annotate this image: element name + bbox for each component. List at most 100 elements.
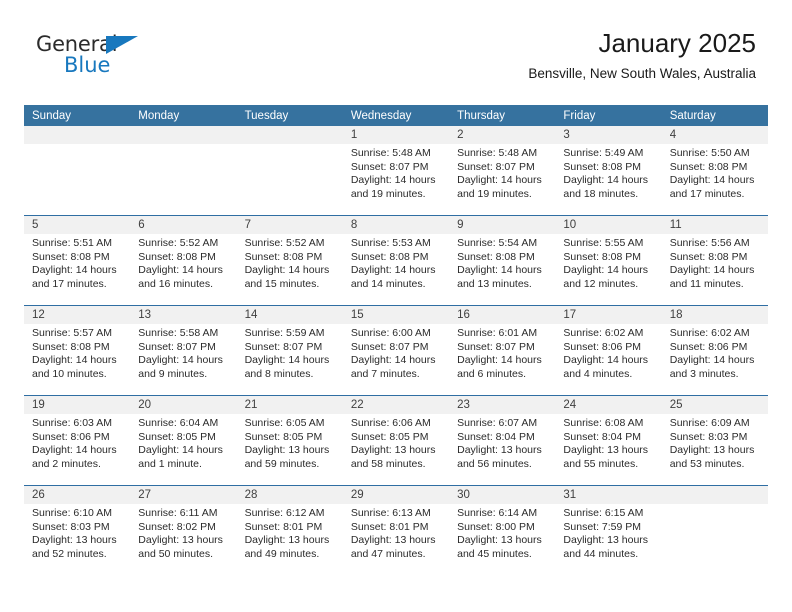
calendar-day-cell[interactable]: 16 Sunrise: 6:01 AM Sunset: 8:07 PM Dayligh… xyxy=(449,306,556,395)
sunrise-text: Sunrise: 5:51 AM xyxy=(32,237,112,249)
day-details: Sunrise: 6:00 AM Sunset: 8:07 PM Daylight:… xyxy=(343,324,449,381)
daylight-text-line2: and 1 minute. xyxy=(138,457,202,470)
day-number: 4 xyxy=(661,126,768,144)
weekday-header-row: Sunday Monday Tuesday Wednesday Thursday Frid… xyxy=(24,105,768,126)
calendar-day-cell[interactable]: 13 Sunrise: 5:58 AM Sunset: 8:07 PM Dayligh… xyxy=(130,306,237,395)
calendar-day-cell[interactable]: 4 Sunrise: 5:50 AM Sunset: 8:08 PM Daylight… xyxy=(661,126,768,215)
sunset-text: Sunset: 8:05 PM xyxy=(244,430,323,443)
day-details: Sunrise: 5:53 AM Sunset: 8:08 PM Daylight:… xyxy=(343,234,449,291)
daylight-text-line1: Daylight: 14 hours xyxy=(563,354,649,367)
calendar-day-cell[interactable]: 23 Sunrise: 6:07 AM Sunset: 8:04 PM Dayligh… xyxy=(449,396,556,485)
calendar-day-cell[interactable]: 5 Sunrise: 5:51 AM Sunset: 8:08 PM Daylight… xyxy=(24,216,131,305)
daylight-text-line2: and 55 minutes. xyxy=(563,457,639,470)
weekday-header-monday: Monday xyxy=(130,105,237,126)
calendar-day-cell[interactable]: 17 Sunrise: 6:02 AM Sunset: 8:06 PM Dayligh… xyxy=(555,306,662,395)
sunrise-text: Sunrise: 5:53 AM xyxy=(350,237,431,249)
day-details: Sunrise: 6:04 AM Sunset: 8:05 PM Daylight:… xyxy=(130,414,236,471)
sunrise-text: Sunrise: 5:48 AM xyxy=(457,147,538,159)
day-number: 13 xyxy=(130,306,237,324)
day-number xyxy=(236,126,343,144)
calendar-day-cell[interactable]: 21 Sunrise: 6:05 AM Sunset: 8:05 PM Dayligh… xyxy=(236,396,343,485)
sunrise-text: Sunrise: 6:06 AM xyxy=(350,417,431,429)
sunset-text: Sunset: 8:08 PM xyxy=(669,160,748,173)
sunrise-text: Sunrise: 6:08 AM xyxy=(563,417,644,429)
calendar-day-cell[interactable]: 22 Sunrise: 6:06 AM Sunset: 8:05 PM Dayligh… xyxy=(342,396,450,485)
calendar-day-cell[interactable]: 7 Sunrise: 5:52 AM Sunset: 8:08 PM Daylight… xyxy=(236,216,343,305)
calendar-day-cell[interactable]: 28 Sunrise: 6:12 AM Sunset: 8:01 PM Dayligh… xyxy=(236,486,343,575)
day-number: 15 xyxy=(342,306,450,324)
calendar-day-cell[interactable]: 18 Sunrise: 6:02 AM Sunset: 8:06 PM Dayligh… xyxy=(661,306,768,395)
day-number: 17 xyxy=(555,306,662,324)
daylight-text-line1: Daylight: 14 hours xyxy=(244,264,330,277)
day-details: Sunrise: 6:09 AM Sunset: 8:03 PM Daylight:… xyxy=(662,414,768,471)
sunrise-text: Sunrise: 5:48 AM xyxy=(350,147,431,159)
weekday-header-sunday: Sunday xyxy=(24,105,131,126)
day-number: 29 xyxy=(342,486,450,504)
calendar-day-cell[interactable]: 27 Sunrise: 6:11 AM Sunset: 8:02 PM Dayligh… xyxy=(130,486,237,575)
calendar-day-cell[interactable]: 19 Sunrise: 6:03 AM Sunset: 8:06 PM Dayligh… xyxy=(24,396,131,485)
calendar-day-cell[interactable]: 25 Sunrise: 6:09 AM Sunset: 8:03 PM Dayligh… xyxy=(661,396,768,485)
sunset-text: Sunset: 8:02 PM xyxy=(138,520,216,533)
calendar-week-row: 19 Sunrise: 6:03 AM Sunset: 8:06 PM Dayligh… xyxy=(24,395,768,485)
calendar-day-cell-empty xyxy=(661,486,768,575)
calendar-day-cell[interactable]: 2 Sunrise: 5:48 AM Sunset: 8:07 PM Daylight… xyxy=(449,126,556,215)
sunrise-text: Sunrise: 6:01 AM xyxy=(457,327,538,339)
calendar-day-cell[interactable]: 30 Sunrise: 6:14 AM Sunset: 8:00 PM Dayligh… xyxy=(449,486,556,575)
calendar-day-cell[interactable]: 12 Sunrise: 5:57 AM Sunset: 8:08 PM Dayligh… xyxy=(24,306,131,395)
daylight-text-line2: and 19 minutes. xyxy=(350,187,426,200)
calendar-day-cell[interactable]: 26 Sunrise: 6:10 AM Sunset: 8:03 PM Dayligh… xyxy=(24,486,131,575)
daylight-text-line1: Daylight: 14 hours xyxy=(138,444,223,457)
day-details: Sunrise: 6:10 AM Sunset: 8:03 PM Daylight:… xyxy=(24,504,130,561)
sunrise-text: Sunrise: 6:00 AM xyxy=(350,327,431,339)
daylight-text-line1: Daylight: 13 hours xyxy=(563,534,649,547)
calendar-day-cell[interactable]: 8 Sunrise: 5:53 AM Sunset: 8:08 PM Daylight… xyxy=(342,216,450,305)
page-title: January 2025 xyxy=(598,28,756,58)
sunrise-text: Sunrise: 6:09 AM xyxy=(669,417,750,429)
sunrise-text: Sunrise: 6:04 AM xyxy=(138,417,219,429)
calendar-grid: Sunday Monday Tuesday Wednesday Thursday Frid… xyxy=(24,105,768,575)
day-details: Sunrise: 5:55 AM Sunset: 8:08 PM Daylight:… xyxy=(555,234,661,291)
day-number: 16 xyxy=(449,306,556,324)
sunset-text: Sunset: 8:08 PM xyxy=(32,250,110,263)
calendar-day-cell[interactable]: 10 Sunrise: 5:55 AM Sunset: 8:08 PM Dayligh… xyxy=(555,216,662,305)
day-details: Sunrise: 5:56 AM Sunset: 8:08 PM Daylight:… xyxy=(662,234,768,291)
daylight-text-line1: Daylight: 13 hours xyxy=(244,444,330,457)
sunset-text: Sunset: 8:07 PM xyxy=(457,340,535,353)
sunrise-text: Sunrise: 5:49 AM xyxy=(563,147,644,159)
calendar-week-row: 1 Sunrise: 5:48 AM Sunset: 8:07 PM Daylight… xyxy=(24,126,768,215)
sunrise-text: Sunrise: 5:58 AM xyxy=(138,327,219,339)
calendar-day-cell[interactable]: 20 Sunrise: 6:04 AM Sunset: 8:05 PM Dayligh… xyxy=(130,396,237,485)
calendar-week-row: 12 Sunrise: 5:57 AM Sunset: 8:08 PM Dayligh… xyxy=(24,305,768,395)
day-details: Sunrise: 5:51 AM Sunset: 8:08 PM Daylight:… xyxy=(24,234,130,291)
sunrise-text: Sunrise: 6:02 AM xyxy=(563,327,644,339)
day-number: 26 xyxy=(24,486,131,504)
calendar-day-cell[interactable]: 15 Sunrise: 6:00 AM Sunset: 8:07 PM Dayligh… xyxy=(342,306,450,395)
daylight-text-line1: Daylight: 13 hours xyxy=(669,444,755,457)
daylight-text-line2: and 10 minutes. xyxy=(32,367,107,380)
sunset-text: Sunset: 8:07 PM xyxy=(138,340,216,353)
daylight-text-line1: Daylight: 14 hours xyxy=(457,264,542,277)
daylight-text-line2: and 47 minutes. xyxy=(350,547,426,560)
sunset-text: Sunset: 8:04 PM xyxy=(457,430,535,443)
day-details: Sunrise: 5:50 AM Sunset: 8:08 PM Daylight:… xyxy=(662,144,768,201)
calendar-day-cell[interactable]: 9 Sunrise: 5:54 AM Sunset: 8:08 PM Daylight… xyxy=(449,216,556,305)
calendar-day-cell[interactable]: 3 Sunrise: 5:49 AM Sunset: 8:08 PM Daylight… xyxy=(555,126,662,215)
daylight-text-line1: Daylight: 14 hours xyxy=(32,264,117,277)
calendar-day-cell[interactable]: 11 Sunrise: 5:56 AM Sunset: 8:08 PM Dayligh… xyxy=(661,216,768,305)
calendar-day-cell[interactable]: 24 Sunrise: 6:08 AM Sunset: 8:04 PM Dayligh… xyxy=(555,396,662,485)
sunrise-text: Sunrise: 5:52 AM xyxy=(138,237,219,249)
calendar-day-cell[interactable]: 6 Sunrise: 5:52 AM Sunset: 8:08 PM Daylight… xyxy=(130,216,237,305)
day-number xyxy=(24,126,131,144)
calendar-day-cell[interactable]: 14 Sunrise: 5:59 AM Sunset: 8:07 PM Dayligh… xyxy=(236,306,343,395)
day-number xyxy=(130,126,237,144)
calendar-day-cell[interactable]: 1 Sunrise: 5:48 AM Sunset: 8:07 PM Daylight… xyxy=(342,126,450,215)
calendar-day-cell[interactable]: 31 Sunrise: 6:15 AM Sunset: 7:59 PM Dayligh… xyxy=(555,486,662,575)
daylight-text-line1: Daylight: 14 hours xyxy=(244,354,330,367)
day-details: Sunrise: 5:52 AM Sunset: 8:08 PM Daylight:… xyxy=(237,234,343,291)
daylight-text-line2: and 8 minutes. xyxy=(244,367,314,380)
sunset-text: Sunset: 8:06 PM xyxy=(563,340,642,353)
calendar-day-cell[interactable]: 29 Sunrise: 6:13 AM Sunset: 8:01 PM Dayligh… xyxy=(342,486,450,575)
day-number: 6 xyxy=(130,216,237,234)
daylight-text-line1: Daylight: 14 hours xyxy=(138,354,223,367)
daylight-text-line2: and 18 minutes. xyxy=(563,187,639,200)
